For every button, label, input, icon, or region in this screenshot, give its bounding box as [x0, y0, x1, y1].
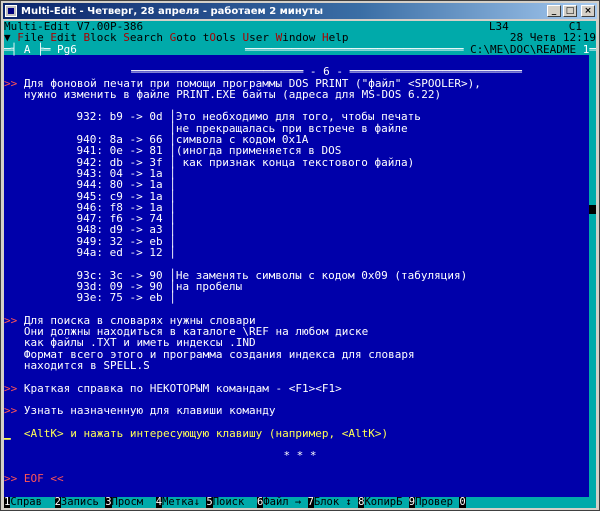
byte-row: 944: 80 -> 1a │ — [4, 178, 596, 192]
minimize-button[interactable]: _ — [547, 5, 561, 17]
menu-arrow-icon[interactable]: ▼ — [4, 32, 11, 44]
scrollbar-thumb[interactable] — [589, 205, 596, 214]
dos-screen: Multi-Edit V7.00P-386 L34 C1 ▼ File Edit… — [4, 21, 596, 508]
date-time: 28 Четв 12:19 — [509, 31, 596, 45]
fkey-7[interactable]: 7 Блок ↕ — [307, 497, 359, 508]
fkey-4[interactable]: 4 Метка↓ — [155, 497, 207, 508]
paragraph-keycmd: >> Узнать назначенную для клавиши команд… — [4, 404, 276, 418]
byte-address: 94a: ed -> 12 — [76, 246, 163, 260]
close-button[interactable]: × — [581, 5, 595, 17]
byte-address: 944: 80 -> 1a — [76, 178, 163, 192]
page-header: ══════════════════════════ - 6 - ═══════… — [131, 65, 522, 79]
window-frame-left[interactable]: ═╡ A ╞═ Pg6 — [4, 43, 77, 55]
editor-text-area[interactable]: ══════════════════════════ - 6 - ═══════… — [4, 55, 596, 497]
line-indicator: L34 — [488, 21, 509, 33]
maximize-button[interactable]: □ — [563, 5, 577, 17]
menu-item-2[interactable]: Block — [77, 31, 117, 44]
paragraph-print-line-2: нужно изменить в файле PRINT.EXE байты (… — [23, 87, 442, 101]
byte-note: как признак конца текстового файла) — [175, 155, 415, 169]
file-path: C:\ME\DOC\README — [463, 42, 583, 56]
byte-address: 932: b9 -> 0d — [76, 110, 163, 124]
title-bar[interactable]: Multi-Edit - Четверг, 28 апреля - работа… — [3, 3, 597, 19]
menu-item-4[interactable]: Goto — [163, 31, 197, 44]
app-icon[interactable] — [5, 5, 17, 17]
paragraph-help: >> Краткая справка по НЕКОТОРЫМ командам… — [4, 381, 342, 395]
fkey-5[interactable]: 5 Поиск — [206, 497, 257, 508]
fkey-2[interactable]: 2 Запись — [54, 497, 106, 508]
menu-item-3[interactable]: Search — [117, 31, 163, 44]
application-window: Multi-Edit - Четверг, 28 апреля - работа… — [0, 0, 600, 511]
end-stars: * * * — [283, 449, 317, 463]
window-title: Multi-Edit - Четверг, 28 апреля - работа… — [21, 5, 324, 17]
vertical-scrollbar[interactable] — [589, 55, 596, 497]
paragraph-altk: ▁ <AltK> и нажать интересующую клавишу (… — [4, 426, 389, 440]
byte-row: 94a: ed -> 12 │ — [4, 246, 596, 260]
eof-marker: >> EOF << — [4, 471, 64, 485]
menu-bar: ▼ File Edit Block Search Goto tOols User… — [4, 31, 596, 45]
fkey-6[interactable]: 6 Файл → — [256, 497, 308, 508]
function-key-bar: 1 Справ 2 Запись 3 Просм 4 Метка↓ 5 Поиск 6 Фа… — [4, 497, 596, 508]
byte-address: 941: 0e -> 81 — [76, 144, 163, 158]
editor-window-frame: ═╡ A ╞═ Pg6 ════════════════════════════… — [4, 42, 596, 56]
fkey-9[interactable]: 9 Провер — [408, 497, 460, 508]
text-cursor: ▁ — [4, 426, 11, 440]
fkey-8[interactable]: 8 КопирБ — [358, 497, 409, 508]
fkey-3[interactable]: 3 Просм — [105, 497, 156, 508]
byte-row: 93e: 75 -> eb │ — [4, 291, 596, 305]
menu-item-5[interactable]: tOols — [196, 31, 236, 44]
byte-note: на пробелы — [175, 279, 243, 293]
fkey-1[interactable]: 1 Справ — [4, 497, 55, 508]
byte-address: 93e: 75 -> eb — [76, 291, 163, 305]
paragraph-dict-line-5: находится в SPELL.S — [23, 359, 150, 373]
